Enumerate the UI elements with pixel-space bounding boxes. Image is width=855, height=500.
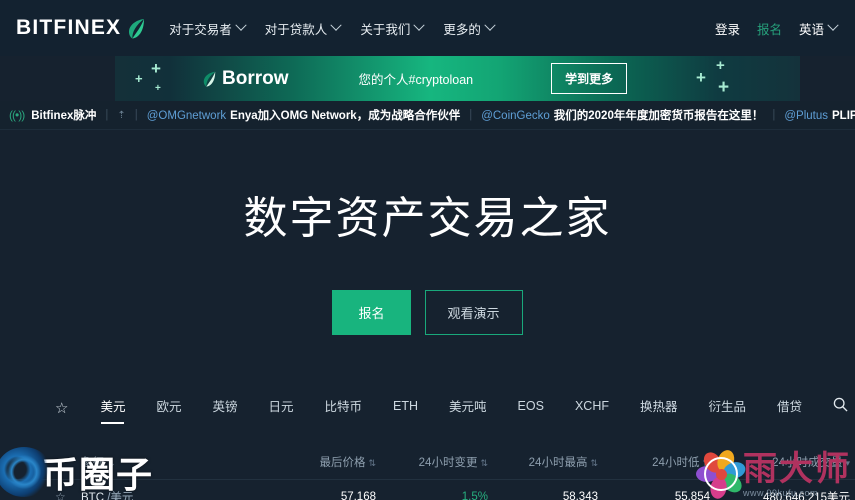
column-header-high-24h[interactable]: 24小时最高 ⇅ <box>488 454 598 470</box>
borrow-logo[interactable]: Borrow <box>203 68 289 90</box>
ticker-divider: | <box>105 109 109 121</box>
table-header-row: 象征 ⇅ 最后价格 ⇅ 24小时变更 ⇅ 24小时最高 ⇅ 24小时低 ⇅ 24小时成交量… <box>0 445 855 479</box>
header-actions: 登录 报名 英语 <box>715 19 839 38</box>
decorative-plus-right: + + + <box>696 57 730 98</box>
main-nav: 对于交易者 对于贷款人 关于我们 更多的 <box>169 19 496 38</box>
chevron-down-icon <box>235 19 247 31</box>
logo-wordmark: BITFINEX <box>16 16 122 39</box>
ticker-text: 我们的2020年年度加密货币报告在这里！ <box>553 110 764 122</box>
cell-high-24h: 58,343 <box>562 490 598 500</box>
chevron-down-icon <box>330 19 342 31</box>
hero-section: 数字资产交易之家 报名 观看演示 <box>0 130 855 335</box>
hero-watch-demo-button[interactable]: 观看演示 <box>424 290 523 335</box>
favorite-star-icon[interactable]: ☆ <box>55 490 81 500</box>
promo-tagline: 您的个人#cryptoloan <box>358 73 474 87</box>
tab-exchanger[interactable]: 换热器 <box>640 392 678 424</box>
ticker-handle: @CoinGecko <box>481 110 550 122</box>
ticker-text: PLIP | Pluton流动 <box>832 110 855 122</box>
hero-signup-button[interactable]: 报名 <box>332 290 411 335</box>
nav-item-label: 更多的 <box>443 22 481 37</box>
column-label: 24小时变更 <box>418 457 478 469</box>
tab-eth[interactable]: ETH <box>393 395 418 422</box>
nav-item-more[interactable]: 更多的 <box>443 19 496 38</box>
nav-item-label: 对于贷款人 <box>264 22 328 37</box>
column-header-change-24h[interactable]: 24小时变更 ⇅ <box>376 454 488 470</box>
chevron-down-icon <box>413 19 425 31</box>
column-header-low-24h[interactable]: 24小时低 ⇅ <box>598 454 710 470</box>
tab-gbp[interactable]: 英镑 <box>212 392 237 424</box>
symbol-base: BTC <box>81 491 104 500</box>
cell-volume-24h: 480,646,215美元 <box>763 491 850 500</box>
ticker-item[interactable]: @CoinGecko 我们的2020年年度加密货币报告在这里！ <box>481 107 763 123</box>
leaf-icon <box>128 18 145 39</box>
hero-actions: 报名 观看演示 <box>0 290 855 335</box>
tab-eur[interactable]: 欧元 <box>156 392 181 424</box>
tab-eos[interactable]: EOS <box>518 395 544 422</box>
nav-item-about-us[interactable]: 关于我们 <box>360 19 425 38</box>
tab-usdt[interactable]: 美元吨 <box>449 392 487 424</box>
ticker-divider: | <box>772 109 776 121</box>
column-header-last-price[interactable]: 最后价格 ⇅ <box>251 454 376 470</box>
search-icon[interactable] <box>833 393 848 424</box>
language-selector[interactable]: 英语 <box>798 19 839 38</box>
ticker-divider: | <box>134 109 138 121</box>
site-header: BITFINEX 对于交易者 对于贷款人 关于我们 更多的 登录 报名 英语 <box>0 0 855 56</box>
tab-btc[interactable]: 比特币 <box>325 392 363 424</box>
ticker-item[interactable]: @OMGnetwork Enya加入OMG Network，成为战略合作伙伴 <box>147 107 460 123</box>
news-ticker: ((•)) Bitfinex脉冲 | ⇡ | @OMGnetwork Enya加… <box>0 101 855 130</box>
tab-xchf[interactable]: XCHF <box>575 395 609 422</box>
tab-usd[interactable]: 美元 <box>100 392 125 424</box>
cell-last-price: 57,168 <box>340 490 376 500</box>
ticker-item[interactable]: @Plutus PLIP | Pluton流动 <box>784 107 855 123</box>
column-header-symbol[interactable]: 象征 ⇅ <box>81 454 251 470</box>
tab-jpy[interactable]: 日元 <box>269 392 294 424</box>
broadcast-icon: ((•)) <box>9 108 25 122</box>
sort-icon: ⇅ <box>107 458 115 468</box>
bitfinex-homepage: BITFINEX 对于交易者 对于贷款人 关于我们 更多的 登录 报名 英语 +… <box>0 0 855 500</box>
borrow-label: Borrow <box>222 67 289 89</box>
ticker-text: Enya加入OMG Network，成为战略合作伙伴 <box>230 110 461 122</box>
page-title: 数字资产交易之家 <box>243 194 612 243</box>
ticker-brand-label: Bitfinex脉冲 <box>31 110 97 122</box>
signup-button[interactable]: 报名 <box>757 19 782 38</box>
nav-item-label: 关于我们 <box>360 22 411 37</box>
bitfinex-logo[interactable]: BITFINEX <box>16 16 145 40</box>
market-tabs: ☆ 美元 欧元 英镑 日元 比特币 ETH 美元吨 EOS XCHF 换热器 衍… <box>0 392 855 424</box>
sort-icon: ⇅ <box>368 458 376 468</box>
symbol-quote: /美元 <box>107 491 134 500</box>
column-label: 24小时成交量 <box>772 457 843 469</box>
tab-lending[interactable]: 借贷 <box>777 392 802 424</box>
sort-icon: ⇅ <box>590 458 598 468</box>
chevron-down-icon <box>827 19 839 31</box>
ticker-handle: @OMGnetwork <box>146 110 227 122</box>
ticker-handle: @Plutus <box>784 110 828 122</box>
up-arrow-icon: ⇡ <box>117 109 126 121</box>
column-label: 最后价格 <box>319 457 366 469</box>
nav-item-for-traders[interactable]: 对于交易者 <box>169 19 247 38</box>
column-label: 24小时最高 <box>528 457 588 469</box>
sort-desc-icon: ▾ <box>845 458 850 468</box>
cell-change-24h: 1.5% <box>461 490 488 500</box>
cell-symbol: BTC /美元 <box>81 489 251 500</box>
column-label: 象征 <box>81 457 104 469</box>
login-button[interactable]: 登录 <box>715 19 740 38</box>
column-header-volume-24h[interactable]: 24小时成交量 ▾ <box>710 454 850 470</box>
sort-icon: ⇅ <box>480 458 488 468</box>
language-label: 英语 <box>798 22 824 37</box>
leaf-icon <box>203 71 216 87</box>
promo-banner: + + + Borrow 您的个人#cryptoloan 学到更多 + + + <box>115 56 800 101</box>
sort-icon: ⇅ <box>702 458 710 468</box>
ticker-divider: | <box>469 109 473 121</box>
chevron-down-icon <box>484 19 496 31</box>
column-label: 24小时低 <box>652 457 700 469</box>
nav-item-label: 对于交易者 <box>169 22 232 37</box>
nav-item-for-lenders[interactable]: 对于贷款人 <box>264 19 342 38</box>
promo-banner-wrap: + + + Borrow 您的个人#cryptoloan 学到更多 + + + <box>0 56 855 101</box>
cell-low-24h: 55,854 <box>674 490 710 500</box>
table-row[interactable]: ☆ BTC /美元 57,168 1.5% 58,343 55,854 480,… <box>0 479 855 500</box>
tab-derivatives[interactable]: 衍生品 <box>709 392 747 424</box>
market-table: 象征 ⇅ 最后价格 ⇅ 24小时变更 ⇅ 24小时最高 ⇅ 24小时低 ⇅ 24小时成交量… <box>0 445 855 500</box>
star-icon[interactable]: ☆ <box>55 399 68 417</box>
learn-more-button[interactable]: 学到更多 <box>551 63 628 94</box>
